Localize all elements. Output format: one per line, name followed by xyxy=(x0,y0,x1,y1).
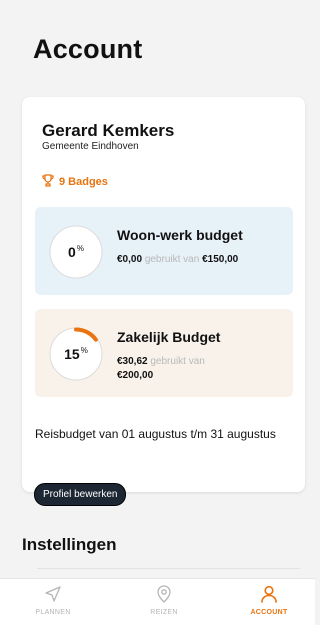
budget-used-text: gebruikt van xyxy=(144,254,200,265)
budget-amounts: €0,00 gebruikt van €150,00 xyxy=(117,253,287,267)
budget-gauge: 0% xyxy=(47,223,105,281)
budget-used: €0,00 xyxy=(117,254,143,265)
budget-percent: 0 xyxy=(68,244,76,260)
budget-gauge: 15% xyxy=(47,325,105,383)
tab-reizen[interactable]: REIZEN xyxy=(129,585,199,616)
badges-label: 9 Badges xyxy=(59,176,108,188)
divider xyxy=(37,568,300,569)
tab-account[interactable]: ACCOUNT xyxy=(234,585,304,616)
budget-total: €200,00 xyxy=(117,370,154,381)
budget-card-zakelijk[interactable]: 15% Zakelijk Budget €30,62 gebruikt van … xyxy=(35,309,293,397)
percent-sign: % xyxy=(76,243,84,253)
budget-period: Reisbudget van 01 augustus t/m 31 august… xyxy=(35,427,276,441)
badges-link[interactable]: 9 Badges xyxy=(42,174,108,190)
person-icon xyxy=(234,585,304,603)
user-name: Gerard Kemkers xyxy=(42,121,175,140)
budget-total: €150,00 xyxy=(202,254,239,265)
navigation-arrow-icon xyxy=(18,585,88,603)
percent-sign: % xyxy=(80,345,88,355)
budget-title: Woon-werk budget xyxy=(117,227,243,243)
settings-heading: Instellingen xyxy=(22,535,117,554)
bottom-tab-bar: PLANNEN REIZEN ACCOUNT xyxy=(0,578,315,625)
tab-label: ACCOUNT xyxy=(250,609,288,616)
budget-card-woon-werk[interactable]: 0% Woon-werk budget €0,00 gebruikt van €… xyxy=(35,207,293,295)
account-screen: Account Gerard Kemkers Gemeente Eindhove… xyxy=(0,0,315,625)
profile-card: Gerard Kemkers Gemeente Eindhoven 9 Badg… xyxy=(22,97,305,492)
tab-label: REIZEN xyxy=(150,609,178,616)
page-title: Account xyxy=(33,34,143,64)
budget-used: €30,62 xyxy=(117,356,148,367)
budget-used-text: gebruikt van xyxy=(150,356,205,367)
user-organization: Gemeente Eindhoven xyxy=(42,141,139,152)
trophy-icon xyxy=(42,174,54,190)
budget-title: Zakelijk Budget xyxy=(117,329,221,345)
budget-percent: 15 xyxy=(64,346,80,362)
edit-profile-button[interactable]: Profiel bewerken xyxy=(34,483,127,506)
tab-plannen[interactable]: PLANNEN xyxy=(18,585,88,616)
tab-label: PLANNEN xyxy=(35,609,71,616)
location-pin-icon xyxy=(129,585,199,603)
budget-amounts: €30,62 gebruikt van €200,00 xyxy=(117,355,287,383)
